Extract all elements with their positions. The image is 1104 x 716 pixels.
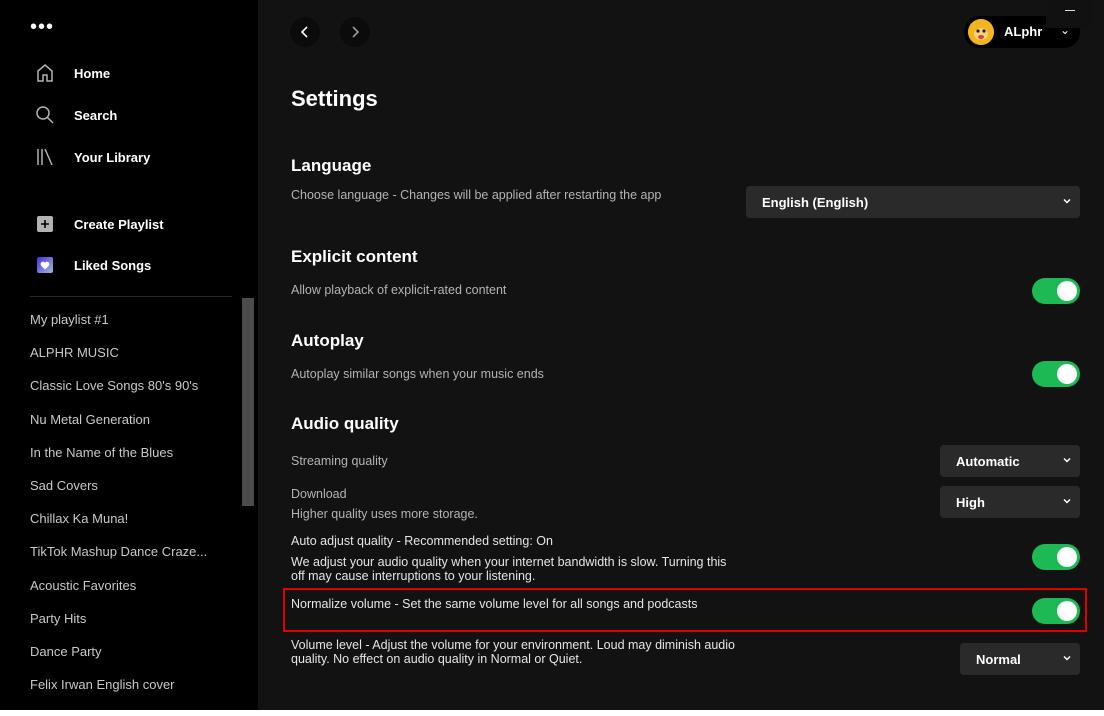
download-sublabel: Higher quality uses more storage. <box>291 507 478 521</box>
playlist-item[interactable]: Party Hits <box>30 609 240 642</box>
menu-dots-icon[interactable]: ••• <box>30 17 54 37</box>
nav-home-label: Home <box>74 65 111 81</box>
heart-icon <box>37 257 53 273</box>
playlist-item[interactable]: In the Name of the Blues <box>30 443 240 476</box>
auto-adjust-sublabel: We adjust your audio quality when your i… <box>291 555 727 583</box>
playlist-item[interactable]: Acoustic Favorites <box>30 576 240 609</box>
chevron-down-icon <box>1063 498 1071 504</box>
create-playlist-label: Create Playlist <box>74 216 164 232</box>
minimize-button[interactable] <box>1046 0 1092 28</box>
toggle-knob <box>1057 547 1077 567</box>
playlist-item[interactable]: Sad Covers <box>30 476 240 509</box>
playlist-item[interactable]: TikTok Mashup Dance Craze... <box>30 542 240 575</box>
explicit-toggle[interactable] <box>1032 278 1080 304</box>
plus-icon <box>37 216 53 232</box>
volume-level-label: Volume level - Adjust the volume for you… <box>291 638 735 666</box>
auto-adjust-label: Auto adjust quality - Recommended settin… <box>291 534 553 548</box>
playlist-item[interactable]: ALPHR MUSIC <box>30 343 240 376</box>
liked-songs-label: Liked Songs <box>74 257 152 273</box>
playlist-item[interactable]: Nu Metal Generation <box>30 410 240 443</box>
chevron-right-icon <box>352 26 360 38</box>
download-label: Download <box>291 487 347 501</box>
sidebar-divider <box>30 296 232 297</box>
user-name: ALphr <box>1004 24 1043 39</box>
streaming-quality-label: Streaming quality <box>291 454 388 468</box>
playlist-item[interactable]: Dance Party <box>30 642 240 675</box>
language-select[interactable]: English (English) <box>746 186 1080 218</box>
explicit-description: Allow playback of explicit-rated content <box>291 283 507 297</box>
sidebar: ••• Home Search Your Library Create Play… <box>0 0 258 710</box>
minimize-icon <box>1065 10 1075 11</box>
sidebar-scrollbar[interactable] <box>242 298 254 506</box>
avatar <box>968 19 994 45</box>
nav-search-label: Search <box>74 107 118 123</box>
spotify-window: ••• Home Search Your Library Create Play… <box>0 0 1104 710</box>
playlist-item[interactable]: Classic Love Songs 80's 90's <box>30 376 240 409</box>
streaming-quality-select[interactable]: Automatic <box>940 445 1080 477</box>
normalize-volume-highlight-box <box>283 588 1087 632</box>
language-select-value: English (English) <box>762 195 869 210</box>
nav-library-label: Your Library <box>74 149 151 165</box>
playlist-list: My playlist #1 ALPHR MUSIC Classic Love … <box>30 310 240 708</box>
volume-level-value: Normal <box>976 652 1021 667</box>
explicit-heading: Explicit content <box>291 247 418 266</box>
autoplay-description: Autoplay similar songs when your music e… <box>291 367 544 381</box>
autoplay-heading: Autoplay <box>291 331 364 350</box>
download-quality-value: High <box>956 495 985 510</box>
volume-level-select[interactable]: Normal <box>960 643 1080 675</box>
liked-songs-button[interactable]: Liked Songs <box>34 254 151 276</box>
back-button[interactable] <box>290 17 320 47</box>
playlist-item[interactable]: Felix Irwan English cover <box>30 675 240 708</box>
audio-quality-heading: Audio quality <box>291 414 399 433</box>
create-playlist-button[interactable]: Create Playlist <box>34 213 164 235</box>
language-description: Choose language - Changes will be applie… <box>291 188 662 202</box>
playlist-item[interactable]: My playlist #1 <box>30 310 240 343</box>
chevron-left-icon <box>300 26 308 38</box>
download-quality-select[interactable]: High <box>940 486 1080 518</box>
chevron-down-icon <box>1063 198 1071 204</box>
chevron-down-icon <box>1063 457 1071 463</box>
forward-button[interactable] <box>340 17 370 47</box>
auto-adjust-toggle[interactable] <box>1032 544 1080 570</box>
search-icon <box>34 104 56 126</box>
playlist-item[interactable]: Chillax Ka Muna! <box>30 509 240 542</box>
nav-library[interactable]: Your Library <box>34 146 150 168</box>
nav-search[interactable]: Search <box>34 104 117 126</box>
streaming-quality-value: Automatic <box>956 454 1020 469</box>
language-heading: Language <box>291 156 372 175</box>
home-icon <box>34 62 56 84</box>
chevron-down-icon <box>1063 655 1071 661</box>
page-title: Settings <box>291 86 378 111</box>
autoplay-toggle[interactable] <box>1032 361 1080 387</box>
library-icon <box>34 146 56 168</box>
nav-home[interactable]: Home <box>34 62 110 84</box>
toggle-knob <box>1057 364 1077 384</box>
toggle-knob <box>1057 281 1077 301</box>
